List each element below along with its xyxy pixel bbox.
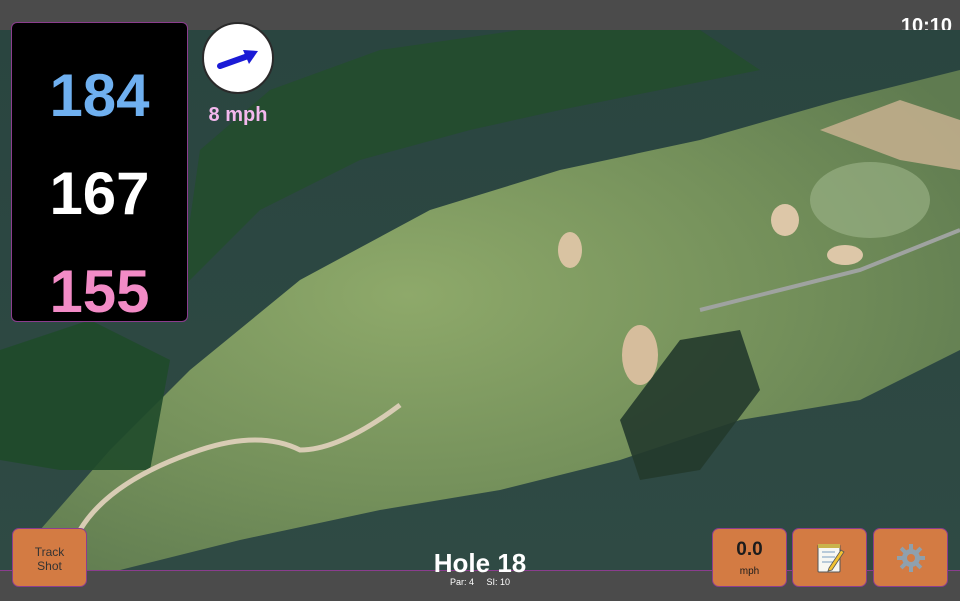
gear-icon	[896, 543, 925, 572]
wind-speed: 8 mph	[208, 104, 268, 126]
center-distance: 167	[49, 160, 150, 227]
track-shot-label: Track Shot	[34, 545, 65, 573]
speed-button[interactable]: 0.0 mph	[712, 528, 787, 587]
wind-indicator	[202, 22, 274, 94]
hole-par: Par: 4	[449, 577, 474, 587]
track-shot-button[interactable]: Track Shot	[12, 528, 87, 587]
speed-unit: mph	[739, 566, 760, 577]
hole-meta: Par: 4 SI: 10	[380, 577, 580, 587]
front-distance: 155	[49, 258, 150, 325]
hole-title: Hole 18	[433, 548, 527, 578]
back-distance: 184	[49, 62, 150, 129]
hole-stroke-index: SI: 10	[486, 577, 511, 587]
distance-panel: 184 167 155	[11, 22, 188, 322]
settings-button[interactable]	[873, 528, 948, 587]
wind-arrow-icon	[217, 50, 258, 69]
speed-value: 0.0	[736, 539, 763, 560]
notepad-icon	[817, 543, 845, 572]
notes-button[interactable]	[792, 528, 867, 587]
